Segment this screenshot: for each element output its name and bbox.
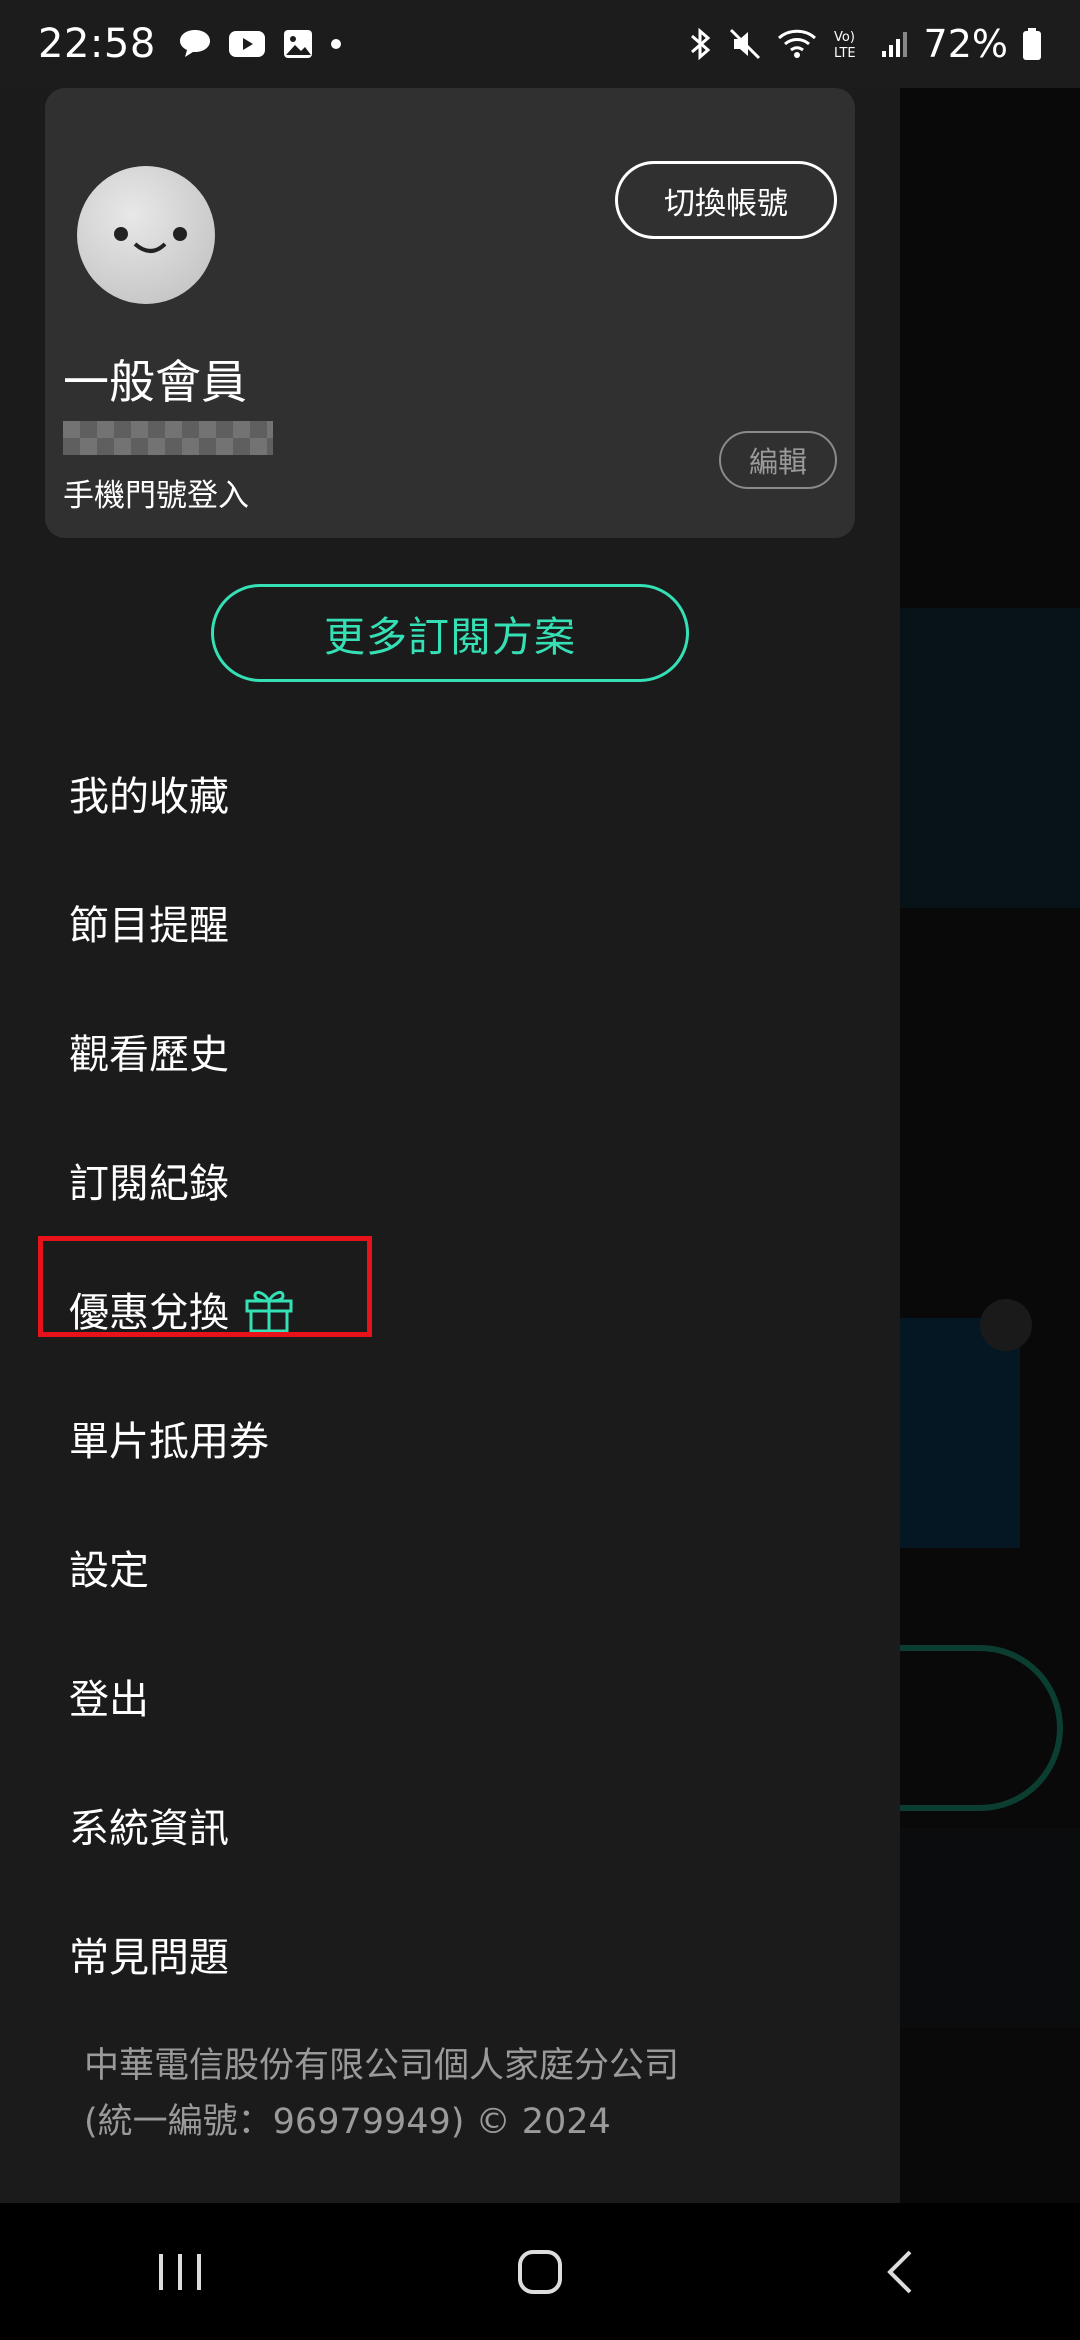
navigation-bar bbox=[0, 2203, 1080, 2340]
back-icon[interactable] bbox=[840, 2222, 960, 2322]
menu-item-single-voucher[interactable]: 單片抵用券 bbox=[0, 1373, 900, 1502]
login-method: 手機門號登入 bbox=[63, 478, 249, 514]
menu-item-system-info[interactable]: 系統資訊 bbox=[0, 1760, 900, 1889]
menu-item-label: 我的收藏 bbox=[69, 773, 229, 820]
footer-company: 中華電信股份有限公司個人家庭分公司 bbox=[84, 2046, 680, 2086]
menu-item-label: 登出 bbox=[69, 1676, 149, 1723]
smiley-face-icon bbox=[114, 227, 187, 253]
bluetooth-icon bbox=[688, 26, 714, 62]
home-icon[interactable] bbox=[480, 2222, 600, 2322]
battery-percent: 72% bbox=[923, 22, 1008, 66]
menu-item-logout[interactable]: 登出 bbox=[0, 1631, 900, 1760]
member-level: 一般會員 bbox=[63, 355, 247, 409]
mute-icon bbox=[728, 27, 762, 61]
menu-item-settings[interactable]: 設定 bbox=[0, 1502, 900, 1631]
drawer-menu: 我的收藏 節目提醒 觀看歷史 訂閱紀錄 優惠兌換 單片抵用券 設定 登出 系統資… bbox=[0, 728, 900, 2018]
system-icons: Vo) LTE 72% bbox=[688, 22, 1042, 66]
menu-item-subscription-records[interactable]: 訂閱紀錄 bbox=[0, 1115, 900, 1244]
dot-icon bbox=[330, 38, 342, 50]
menu-item-label: 訂閱紀錄 bbox=[69, 1160, 229, 1207]
navigation-drawer: 切換帳號 一般會員 手機門號登入 編輯 更多訂閱方案 我的收藏 節目提醒 觀看歷… bbox=[0, 88, 900, 2203]
menu-item-favorites[interactable]: 我的收藏 bbox=[0, 728, 900, 857]
edit-profile-button[interactable]: 編輯 bbox=[719, 431, 837, 489]
svg-text:LTE: LTE bbox=[834, 46, 856, 61]
menu-item-label: 系統資訊 bbox=[69, 1805, 229, 1852]
recents-icon[interactable] bbox=[120, 2222, 240, 2322]
status-time: 22:58 bbox=[38, 21, 156, 67]
menu-item-label: 單片抵用券 bbox=[69, 1418, 269, 1465]
volte-icon: Vo) LTE bbox=[832, 27, 866, 61]
signal-icon bbox=[880, 29, 910, 59]
menu-item-reminders[interactable]: 節目提醒 bbox=[0, 857, 900, 986]
menu-item-history[interactable]: 觀看歷史 bbox=[0, 986, 900, 1115]
profile-card: 切換帳號 一般會員 手機門號登入 編輯 bbox=[45, 88, 855, 538]
menu-item-label: 常見問題 bbox=[69, 1934, 229, 1981]
battery-icon bbox=[1022, 27, 1042, 61]
footer-registration: (統一編號：96979949) © 2024 bbox=[84, 2102, 611, 2142]
youtube-icon bbox=[228, 30, 266, 58]
more-subscription-plans-button[interactable]: 更多訂閱方案 bbox=[211, 584, 689, 682]
chat-icon bbox=[178, 28, 212, 60]
footer: 中華電信股份有限公司個人家庭分公司 (統一編號：96979949) © 2024 bbox=[84, 2038, 679, 2150]
wifi-icon bbox=[776, 28, 818, 60]
switch-account-button[interactable]: 切換帳號 bbox=[615, 161, 837, 239]
avatar[interactable] bbox=[77, 166, 215, 304]
member-id-redacted bbox=[63, 421, 273, 455]
gallery-icon bbox=[282, 28, 314, 60]
notification-icons bbox=[178, 28, 342, 60]
highlight-annotation bbox=[38, 1236, 372, 1337]
svg-text:Vo): Vo) bbox=[834, 30, 855, 45]
menu-item-label: 設定 bbox=[69, 1547, 149, 1594]
menu-item-faq[interactable]: 常見問題 bbox=[0, 1889, 900, 2018]
menu-item-label: 觀看歷史 bbox=[69, 1031, 229, 1078]
status-bar: 22:58 Vo) LTE 72% bbox=[0, 0, 1080, 88]
menu-item-label: 節目提醒 bbox=[69, 902, 229, 949]
